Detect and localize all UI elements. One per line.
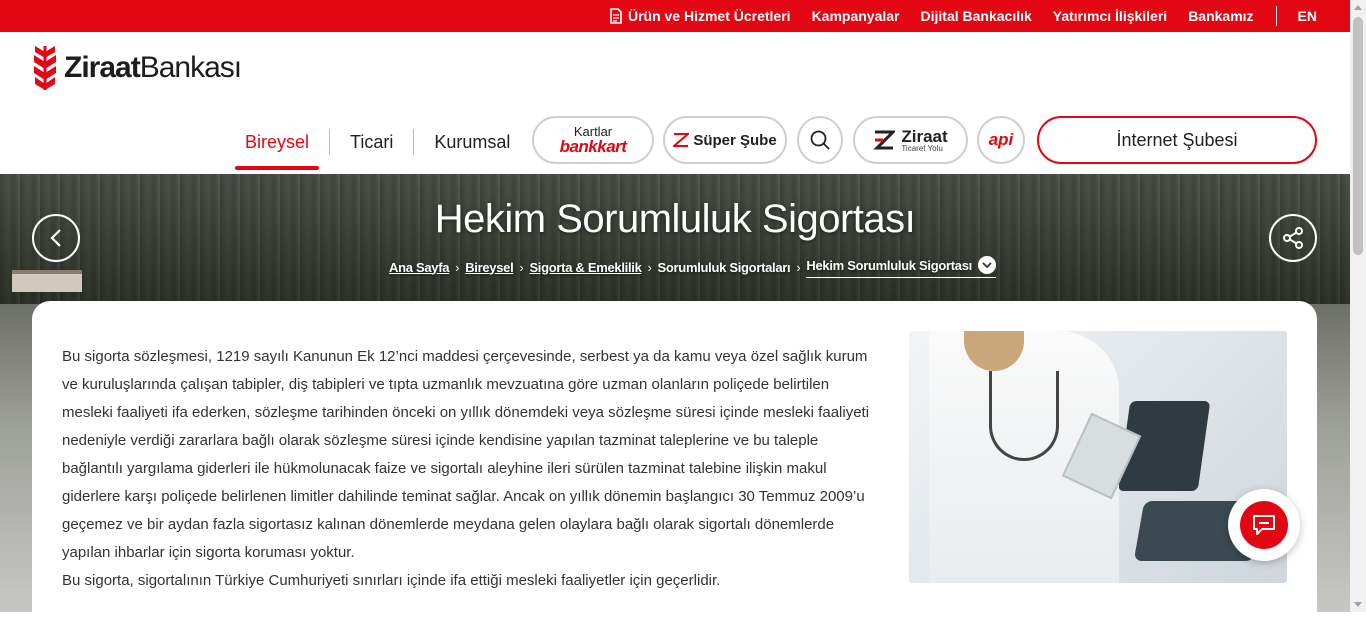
tab-kurumsal[interactable]: Kurumsal [424, 122, 520, 162]
tab-divider [413, 129, 415, 155]
internet-subesi-label: İnternet Şubesi [1116, 129, 1238, 150]
breadcrumb-chevron-icon: › [647, 259, 652, 275]
super-sube-icon [673, 133, 690, 147]
top-link-campaigns[interactable]: Kampanyalar [812, 8, 900, 24]
brand-logo[interactable]: ZiraatBankası [32, 44, 242, 92]
bankkart-label: bankkart [559, 137, 627, 156]
chat-icon [1253, 515, 1275, 535]
wheat-logo-icon [34, 46, 56, 90]
content-card: Bu sigorta sözleşmesi, 1219 sayılı Kanun… [32, 301, 1317, 631]
chat-button[interactable] [1228, 489, 1300, 561]
brand-name: ZiraatBankası [64, 51, 242, 84]
chat-button-inner [1240, 501, 1288, 549]
internet-subesi-button[interactable]: İnternet Şubesi [1037, 116, 1317, 164]
ticaret-text: Ziraat Ticaret Yolu [901, 128, 947, 153]
doctor-photo [909, 331, 1287, 583]
breadcrumb-chevron-icon: › [519, 259, 524, 275]
top-links: Ürün ve Hizmet Ücretleri Kampanyalar Dij… [588, 0, 1317, 32]
breadcrumb-sorumluluk: Sorumluluk Sigortaları [657, 259, 791, 275]
photo-stethoscope [989, 371, 1059, 461]
content-paragraph: Bu sigorta sözleşmesi, 1219 sayılı Kanun… [62, 348, 870, 561]
content-paragraph: Bu sigorta, sigortalının Türkiye Cumhuri… [62, 572, 721, 589]
breadcrumb-chevron-icon: › [796, 259, 801, 275]
top-link-about[interactable]: Bankamız [1188, 8, 1253, 24]
breadcrumb-chevron-icon: › [455, 259, 460, 275]
kartlar-bankkart-button[interactable]: Kartlar bankkart [532, 116, 654, 164]
breadcrumb-sigorta-emeklilik[interactable]: Sigorta & Emeklilik [529, 260, 641, 275]
breadcrumb-current-label: Hekim Sorumluluk Sigortası [806, 257, 972, 273]
tab-bireysel[interactable]: Bireysel [235, 122, 320, 170]
segment-tabs: Bireysel Ticari Kurumsal [235, 122, 520, 170]
tab-ticari[interactable]: Ticari [340, 122, 403, 162]
ticaret-subtitle: Ticaret Yolu [901, 143, 943, 153]
ticaret-yolu-button[interactable]: Ziraat Ticaret Yolu [853, 116, 968, 164]
breadcrumb-home[interactable]: Ana Sayfa [389, 260, 449, 275]
page-scrollbar[interactable] [1350, 0, 1366, 612]
content-text: Bu sigorta sözleşmesi, 1219 sayılı Kanun… [62, 343, 877, 595]
search-icon [810, 130, 830, 150]
api-label: api [988, 130, 1014, 149]
breadcrumb-bireysel[interactable]: Bireysel [465, 260, 514, 275]
page-title: Hekim Sorumluluk Sigortası [434, 197, 916, 241]
document-icon [610, 8, 622, 24]
super-sube-button[interactable]: Süper Şube [663, 116, 787, 164]
top-utility-bar: Ürün ve Hizmet Ücretleri Kampanyalar Dij… [0, 0, 1350, 32]
top-divider [1275, 6, 1277, 26]
chevron-down-icon [977, 256, 996, 274]
ticaret-z-icon [873, 130, 896, 150]
super-sube-label: Süper Şube [693, 131, 777, 149]
hero-house-image [12, 270, 82, 292]
ticaret-title: Ziraat [901, 126, 948, 146]
language-switch[interactable]: EN [1298, 8, 1317, 24]
search-button[interactable] [797, 116, 843, 164]
scrollbar-thumb[interactable] [1353, 17, 1363, 255]
breadcrumb-current-dropdown[interactable]: Hekim Sorumluluk Sigortası [806, 256, 996, 278]
main-header: ZiraatBankası Bireysel Ticari Kurumsal K… [0, 32, 1350, 174]
top-link-fees[interactable]: Ürün ve Hizmet Ücretleri [609, 8, 791, 24]
scroll-down-icon[interactable] [1354, 602, 1362, 607]
top-link-label: Ürün ve Hizmet Ücretleri [627, 8, 791, 24]
breadcrumb: Ana Sayfa › Bireysel › Sigorta & Emeklil… [389, 256, 996, 278]
api-button[interactable]: api [977, 116, 1025, 164]
top-link-investor-relations[interactable]: Yatırımcı İlişkileri [1053, 8, 1167, 24]
top-link-digital-banking[interactable]: Dijital Bankacılık [921, 8, 1032, 24]
tab-divider [329, 129, 331, 155]
scroll-up-icon[interactable] [1354, 5, 1362, 10]
